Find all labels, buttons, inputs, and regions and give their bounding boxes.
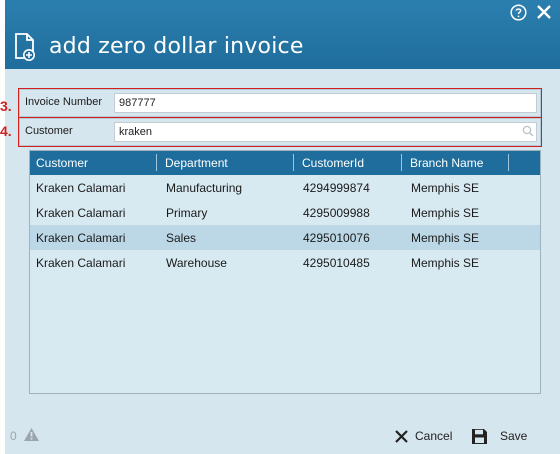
warning-count: 0 <box>10 429 17 443</box>
table-row[interactable]: Kraken Calamari Manufacturing 4294999874… <box>30 175 540 200</box>
column-header-branch-name[interactable]: Branch Name <box>410 156 483 170</box>
step-4-label: 4. <box>0 123 12 139</box>
search-icon[interactable] <box>522 125 534 137</box>
invoice-number-label: Invoice Number <box>25 96 103 108</box>
invoice-number-row: Invoice Number 987777 <box>19 89 541 117</box>
dialog-title: add zero dollar invoice <box>49 34 304 59</box>
invoice-number-input[interactable]: 987777 <box>114 93 537 113</box>
new-document-icon <box>15 33 35 61</box>
save-label: Save <box>500 429 528 443</box>
column-header-customer[interactable]: Customer <box>36 156 88 170</box>
column-divider[interactable] <box>508 154 509 171</box>
customer-results-grid: Customer Department CustomerId Branch Na… <box>29 150 541 394</box>
table-row[interactable]: Kraken Calamari Primary 4295009988 Memph… <box>30 200 540 225</box>
close-icon[interactable] <box>536 4 552 20</box>
cancel-button[interactable]: Cancel <box>394 425 452 447</box>
dialog-header: add zero dollar invoice <box>5 0 560 69</box>
customer-label: Customer <box>25 125 73 137</box>
cell-customer-id: 4295009988 <box>303 206 370 220</box>
column-divider[interactable] <box>156 154 157 171</box>
step-3-label: 3. <box>0 98 12 114</box>
column-header-customerid[interactable]: CustomerId <box>302 156 364 170</box>
cell-customer: Kraken Calamari <box>36 206 126 220</box>
cell-department: Primary <box>166 206 208 220</box>
cell-branch-name: Memphis SE <box>411 256 480 270</box>
cell-customer-id: 4295010076 <box>303 231 370 245</box>
dialog-footer: 0 Cancel Save <box>5 417 560 454</box>
customer-row: Customer kraken <box>19 118 541 146</box>
table-row[interactable]: Kraken Calamari Warehouse 4295010485 Mem… <box>30 250 540 275</box>
cell-customer: Kraken Calamari <box>36 231 126 245</box>
column-header-department[interactable]: Department <box>165 156 228 170</box>
x-icon <box>395 429 408 443</box>
grid-header: Customer Department CustomerId Branch Na… <box>30 151 540 175</box>
cell-branch-name: Memphis SE <box>411 231 480 245</box>
dialog: add zero dollar invoice 3. Invoice Numbe… <box>0 0 560 454</box>
floppy-disk-icon <box>472 428 487 444</box>
question-circle-icon[interactable] <box>510 4 527 21</box>
cell-customer: Kraken Calamari <box>36 181 126 195</box>
customer-search-input[interactable]: kraken <box>114 122 537 142</box>
cell-department: Manufacturing <box>166 181 243 195</box>
cell-department: Sales <box>166 231 197 245</box>
column-divider[interactable] <box>293 154 294 171</box>
column-divider[interactable] <box>401 154 402 171</box>
table-row-selected[interactable]: Kraken Calamari Sales 4295010076 Memphis… <box>30 225 540 250</box>
cell-customer-id: 4295010485 <box>303 256 370 270</box>
warning-triangle-icon[interactable] <box>23 427 40 442</box>
cell-department: Warehouse <box>166 256 227 270</box>
cancel-label: Cancel <box>415 429 453 443</box>
cell-customer-id: 4294999874 <box>303 181 370 195</box>
cell-customer: Kraken Calamari <box>36 256 126 270</box>
cell-branch-name: Memphis SE <box>411 181 480 195</box>
save-button[interactable]: Save <box>471 425 527 447</box>
cell-branch-name: Memphis SE <box>411 206 480 220</box>
